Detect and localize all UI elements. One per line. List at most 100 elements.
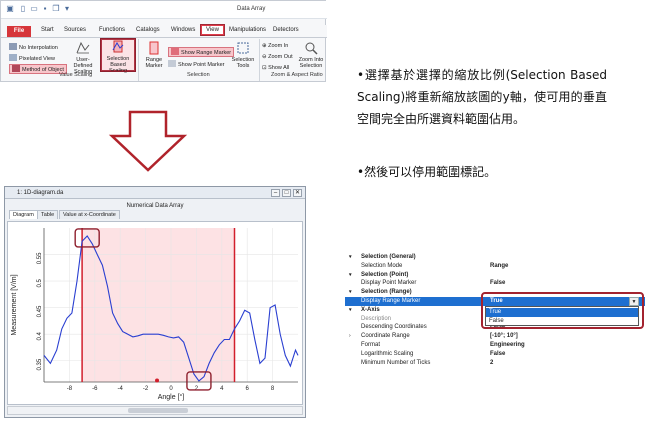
property-row[interactable]: Display Point Marker False — [345, 279, 645, 288]
tab-functions[interactable]: Functions — [99, 27, 125, 33]
x-tick-label: -4 — [118, 386, 124, 392]
selection-scaling-icon — [112, 40, 124, 53]
scrollbar-thumb[interactable] — [128, 408, 188, 413]
y-tick-label: 0.45 — [37, 305, 43, 317]
tab-sources[interactable]: Sources — [64, 27, 86, 33]
pixelated-view-item[interactable]: Pixelated View — [9, 54, 55, 62]
ribbon-tabs: File Start Sources Functions Catalogs Wi… — [1, 24, 327, 38]
collapse-icon[interactable]: ▾ — [349, 306, 352, 315]
selection-group-label: Selection — [187, 72, 210, 78]
collapse-icon[interactable]: ▾ — [349, 253, 352, 262]
property-name: Description — [361, 315, 392, 322]
y-axis-label: Measurement [V/m] — [11, 274, 18, 335]
property-value[interactable]: False — [490, 350, 505, 359]
dropdown-icon[interactable]: ▾ — [62, 4, 72, 14]
tab-start[interactable]: Start — [41, 27, 54, 33]
collapse-icon[interactable]: ▾ — [349, 288, 352, 297]
method-icon — [12, 65, 20, 72]
tab-table[interactable]: Table — [37, 210, 59, 219]
tab-value-at-x[interactable]: Value at x-Coordinate — [59, 210, 120, 219]
tab-detectors[interactable]: Detectors — [273, 27, 299, 33]
value-scaling-group-label: Value Scaling — [59, 72, 93, 78]
property-row[interactable]: › Coordinate Range [-10°; 10°] — [345, 332, 645, 341]
tab-manipulations[interactable]: Manipulations — [229, 27, 266, 33]
point-marker[interactable] — [155, 378, 160, 383]
copy-icon[interactable]: ❐ — [51, 4, 61, 14]
property-name: X-Axis — [361, 306, 380, 313]
zoom-in-item[interactable]: ⊕ Zoom In — [262, 43, 288, 49]
selection-tools-icon — [237, 42, 249, 54]
property-name: Descending Coordinates — [361, 324, 427, 331]
x-tick-label: 2 — [195, 386, 199, 392]
plot-area[interactable]: -8 -6 -4 -2 0 2 4 6 8 0.35 0.4 0.45 0.5 0.55 Angle [°]… — [7, 221, 303, 405]
property-value[interactable]: Engineering — [490, 341, 525, 350]
save-icon[interactable]: ▪ — [40, 4, 50, 14]
maximize-button[interactable]: □ — [282, 189, 291, 197]
y-tick-label: 0.55 — [37, 252, 43, 264]
window-title-bar: 1: 1D-diagram.da – □ ✕ — [5, 187, 305, 199]
selection-based-scaling-button[interactable]: Selection Based Scaling — [100, 38, 136, 74]
y-tick-label: 0.5 — [37, 278, 43, 287]
show-point-marker-item[interactable]: Show Point Marker — [168, 60, 224, 68]
expand-icon[interactable]: › — [349, 332, 351, 341]
description-paragraph: •選擇基於選擇的縮放比例(Selection Based Scaling)將重新… — [357, 68, 607, 126]
no-interpolation-item[interactable]: No Interpolation — [9, 43, 58, 51]
user-defined-scaling-button[interactable]: User-Defined Scaling — [67, 41, 99, 75]
interpolation-icon — [9, 43, 17, 50]
property-name: Coordinate Range — [361, 333, 410, 340]
show-all-item[interactable]: ⊡ Show All — [262, 65, 289, 71]
property-name: Logarithmic Scaling — [361, 350, 414, 357]
property-name: Selection (Range) — [361, 289, 412, 296]
property-name: Display Point Marker — [361, 280, 417, 287]
property-name: Selection (General) — [361, 254, 416, 260]
open-icon[interactable]: ▭ — [29, 4, 39, 14]
show-range-marker-item[interactable]: Show Range Marker — [168, 47, 235, 57]
show-all-icon: ⊡ — [262, 65, 267, 71]
x-axis-label: Angle [°] — [158, 393, 185, 401]
property-name: Selection (Point) — [361, 271, 409, 278]
new-icon[interactable]: ▯ — [18, 4, 28, 14]
collapse-icon[interactable]: ▾ — [349, 271, 352, 280]
tab-view[interactable]: View — [200, 24, 225, 36]
dropdown-highlight — [481, 292, 644, 329]
tab-catalogs[interactable]: Catalogs — [136, 27, 160, 33]
close-button[interactable]: ✕ — [293, 189, 302, 197]
zoom-out-icon: ⊖ — [262, 54, 267, 60]
range-marker-button[interactable]: Range Marker — [141, 41, 167, 69]
diagram-window: 1: 1D-diagram.da – □ ✕ Numerical Data Ar… — [4, 186, 306, 418]
property-row[interactable]: Format Engineering — [345, 341, 645, 350]
property-row[interactable]: Logarithmic Scaling False — [345, 350, 645, 359]
tab-diagram[interactable]: Diagram — [9, 210, 38, 219]
user-scaling-icon — [76, 41, 90, 54]
group-separator — [138, 39, 139, 81]
down-arrow-icon — [108, 110, 188, 172]
diagram-tabs: Diagram Table Value at x-Coordinate — [7, 210, 303, 220]
property-value[interactable]: Range — [490, 262, 508, 271]
quick-access-toolbar: ▣ ▯ ▭ ▪ ❐ ▾ Data Array — [1, 1, 327, 19]
line-chart[interactable]: -8 -6 -4 -2 0 2 4 6 8 0.35 0.4 0.45 0.5 0.55 Angle [°]… — [8, 222, 302, 404]
y-tick-label: 0.35 — [37, 358, 43, 370]
ribbon: ▣ ▯ ▭ ▪ ❐ ▾ Data Array File Start Source… — [0, 0, 327, 82]
property-row[interactable]: Selection Mode Range — [345, 262, 645, 271]
zoom-out-item[interactable]: ⊖ Zoom Out — [262, 54, 293, 60]
property-row[interactable]: Minimum Number of Ticks 2 — [345, 359, 645, 368]
minimize-button[interactable]: – — [271, 189, 280, 197]
property-value[interactable]: [-10°; 10°] — [490, 332, 518, 341]
property-name: Minimum Number of Ticks — [361, 359, 431, 366]
property-name: Selection Mode — [361, 262, 403, 269]
property-category: ▾ Selection (Point) — [345, 271, 645, 280]
zoom-into-selection-button[interactable]: Zoom Into Selection — [297, 41, 325, 69]
group-separator — [259, 39, 260, 81]
dropdown-arrow-icon[interactable]: ▼ — [629, 297, 639, 306]
x-tick-label: -2 — [143, 386, 149, 392]
tab-windows[interactable]: Windows — [171, 27, 195, 33]
app-icon: ▣ — [6, 4, 14, 13]
zoom-group-label: Zoom & Aspect Ratio — [271, 72, 323, 78]
pixelated-icon — [9, 54, 17, 61]
property-value[interactable]: False — [490, 279, 505, 288]
tab-file[interactable]: File — [7, 26, 31, 37]
property-value[interactable]: 2 — [490, 359, 493, 368]
selection-tools-button[interactable]: Selection Tools — [229, 41, 257, 69]
horizontal-scrollbar[interactable] — [7, 406, 303, 415]
x-tick-label: 6 — [246, 386, 250, 392]
